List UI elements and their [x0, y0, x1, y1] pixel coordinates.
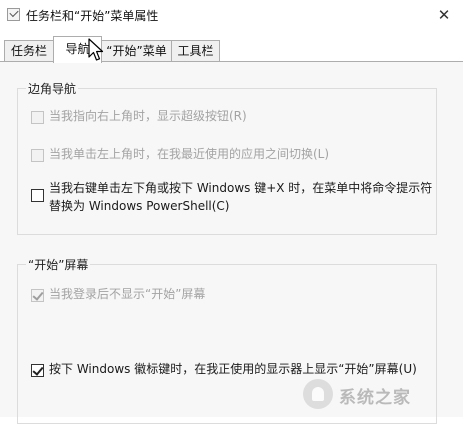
switch-apps-label: 当我单击左上角时，在我最近使用的应用之间切换(L): [49, 147, 330, 161]
window-app-icon: [7, 8, 20, 21]
switch-apps-checkbox[interactable]: [31, 149, 44, 162]
skip-start-screen-checkbox[interactable]: [31, 289, 44, 302]
skip-start-screen-label: 当我登录后不显示“开始”屏幕: [49, 287, 206, 301]
tab-panel: 边角导航 当我指向右上角时，显示超级按钮(R) 当我单击左上角时，在我最近使用的…: [0, 61, 463, 424]
tab-toolbars[interactable]: 工具栏: [171, 40, 220, 62]
show-charms-label: 当我指向右上角时，显示超级按钮(R): [49, 109, 247, 123]
tab-start-menu[interactable]: “开始”菜单: [101, 40, 172, 62]
watermark-house-icon: [303, 379, 333, 409]
tab-taskbar[interactable]: 任务栏: [4, 40, 54, 62]
watermark-text: 系统之家: [339, 388, 411, 408]
close-button[interactable]: ✕: [431, 2, 457, 28]
mouse-pointer-icon: [88, 38, 104, 61]
start-on-active-display-checkbox[interactable]: [31, 364, 44, 377]
title-bar: 任务栏和“开始”菜单属性 ✕: [0, 0, 463, 30]
tab-strip: 任务栏 导航 “开始”菜单 工具栏: [0, 36, 463, 63]
watermark-logo: 系统之家: [297, 377, 457, 411]
checkmark-icon: [32, 289, 44, 301]
powershell-checkbox[interactable]: [31, 189, 44, 202]
checkmark-icon: [32, 364, 44, 376]
corner-navigation-title: 边角导航: [26, 80, 79, 97]
powershell-label-line2: 替换为 Windows PowerShell(C): [49, 199, 230, 213]
window-title: 任务栏和“开始”菜单属性: [26, 9, 159, 23]
show-charms-checkbox[interactable]: [31, 111, 44, 124]
start-screen-title: “开始”屏幕: [26, 256, 91, 273]
powershell-label-line1: 当我右键单击左下角或按下 Windows 键+X 时，在菜单中将命令提示符: [49, 181, 433, 195]
